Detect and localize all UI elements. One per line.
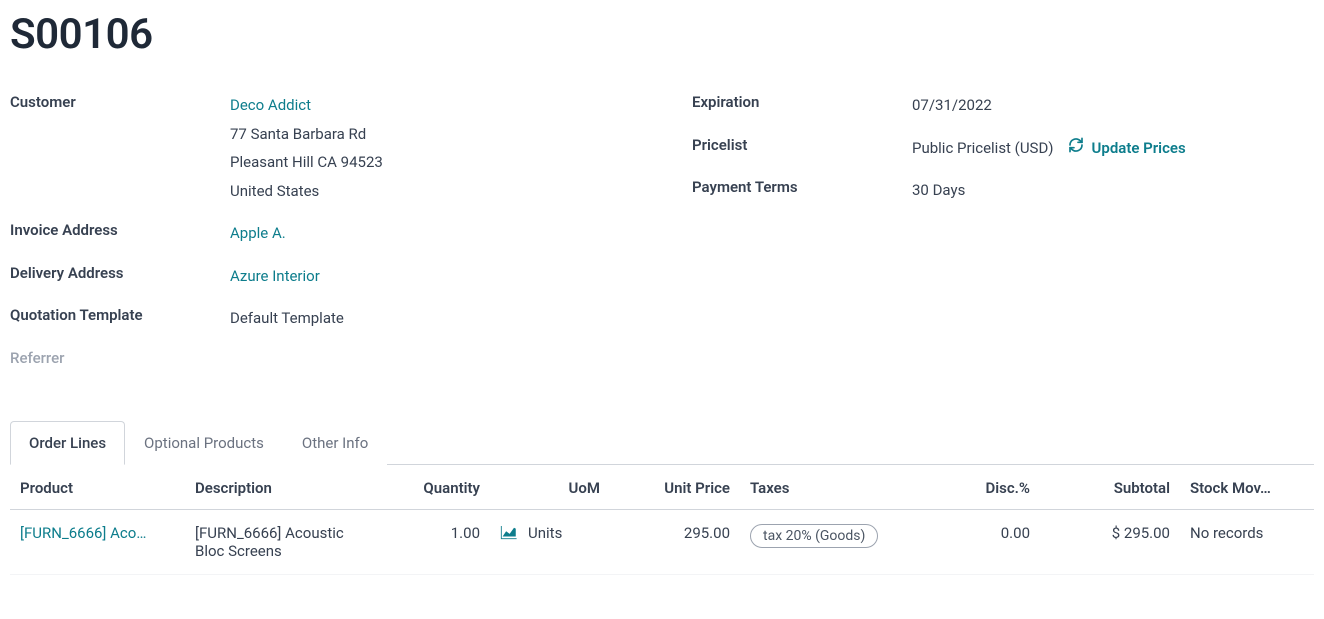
quotation-template-row: Quotation Template Default Template <box>10 304 632 333</box>
cell-taxes[interactable]: tax 20% (Goods) <box>740 509 930 574</box>
cell-product[interactable]: [FURN_6666] Aco… <box>10 509 185 574</box>
delivery-address-value[interactable]: Azure Interior <box>230 262 632 291</box>
forecast-chart-icon[interactable] <box>500 526 518 540</box>
page-title: S00106 <box>10 10 1314 59</box>
expiration-label: Expiration <box>692 91 912 111</box>
tabs: Order Lines Optional Products Other Info <box>10 421 1314 465</box>
quotation-template-value[interactable]: Default Template <box>230 304 632 333</box>
col-unit-price[interactable]: Unit Price <box>610 465 740 510</box>
referrer-row: Referrer <box>10 347 632 367</box>
customer-address-line1: 77 Santa Barbara Rd <box>230 120 632 149</box>
tab-optional-products[interactable]: Optional Products <box>125 421 283 465</box>
cell-stock-moves[interactable]: No records <box>1180 509 1314 574</box>
pricelist-row: Pricelist Public Pricelist (USD) Update … <box>692 134 1314 163</box>
payment-terms-value[interactable]: 30 Days <box>912 176 1314 205</box>
customer-value: Deco Addict 77 Santa Barbara Rd Pleasant… <box>230 91 632 205</box>
invoice-address-label: Invoice Address <box>10 219 230 239</box>
form-grid: Customer Deco Addict 77 Santa Barbara Rd… <box>10 91 1314 381</box>
payment-terms-label: Payment Terms <box>692 176 912 196</box>
col-subtotal[interactable]: Subtotal <box>1040 465 1180 510</box>
col-disc[interactable]: Disc.% <box>930 465 1040 510</box>
tab-other-info[interactable]: Other Info <box>283 421 387 465</box>
tab-order-lines[interactable]: Order Lines <box>10 421 125 465</box>
pricelist-value[interactable]: Public Pricelist (USD) <box>912 134 1054 163</box>
cell-unit-price[interactable]: 295.00 <box>610 509 740 574</box>
delivery-address-label: Delivery Address <box>10 262 230 282</box>
delivery-address-row: Delivery Address Azure Interior <box>10 262 632 291</box>
product-link[interactable]: [FURN_6666] Aco… <box>20 524 146 542</box>
customer-label: Customer <box>10 91 230 111</box>
form-left-column: Customer Deco Addict 77 Santa Barbara Rd… <box>10 91 632 381</box>
tax-tag[interactable]: tax 20% (Goods) <box>750 524 878 548</box>
col-quantity[interactable]: Quantity <box>370 465 490 510</box>
referrer-label: Referrer <box>10 347 230 367</box>
cell-subtotal[interactable]: $ 295.00 <box>1040 509 1180 574</box>
table-header-row: Product Description Quantity UoM Unit Pr… <box>10 465 1314 510</box>
pricelist-label: Pricelist <box>692 134 912 154</box>
uom-text: Units <box>528 524 562 542</box>
update-prices-label: Update Prices <box>1092 134 1186 163</box>
form-right-column: Expiration 07/31/2022 Pricelist Public P… <box>692 91 1314 381</box>
pricelist-value-container: Public Pricelist (USD) Update Prices <box>912 134 1314 163</box>
customer-address: 77 Santa Barbara Rd Pleasant Hill CA 945… <box>230 120 632 206</box>
col-description[interactable]: Description <box>185 465 370 510</box>
expiration-value[interactable]: 07/31/2022 <box>912 91 1314 120</box>
cell-disc[interactable]: 0.00 <box>930 509 1040 574</box>
invoice-address-value[interactable]: Apple A. <box>230 219 632 248</box>
table-row[interactable]: [FURN_6666] Aco… [FURN_6666] Acoustic Bl… <box>10 509 1314 574</box>
col-taxes[interactable]: Taxes <box>740 465 930 510</box>
update-prices-button[interactable]: Update Prices <box>1068 134 1186 163</box>
col-uom[interactable]: UoM <box>490 465 610 510</box>
cell-uom[interactable]: Units <box>490 509 610 574</box>
customer-address-line3: United States <box>230 177 632 206</box>
order-lines-table: Product Description Quantity UoM Unit Pr… <box>10 465 1314 575</box>
cell-description[interactable]: [FURN_6666] Acoustic Bloc Screens <box>185 509 370 574</box>
col-product[interactable]: Product <box>10 465 185 510</box>
customer-name-link[interactable]: Deco Addict <box>230 91 632 120</box>
quotation-template-label: Quotation Template <box>10 304 230 324</box>
col-stock-moves[interactable]: Stock Mov… <box>1180 465 1314 510</box>
customer-row: Customer Deco Addict 77 Santa Barbara Rd… <box>10 91 632 205</box>
customer-address-line2: Pleasant Hill CA 94523 <box>230 148 632 177</box>
expiration-row: Expiration 07/31/2022 <box>692 91 1314 120</box>
payment-terms-row: Payment Terms 30 Days <box>692 176 1314 205</box>
cell-quantity[interactable]: 1.00 <box>370 509 490 574</box>
refresh-icon <box>1068 134 1084 163</box>
invoice-address-row: Invoice Address Apple A. <box>10 219 632 248</box>
